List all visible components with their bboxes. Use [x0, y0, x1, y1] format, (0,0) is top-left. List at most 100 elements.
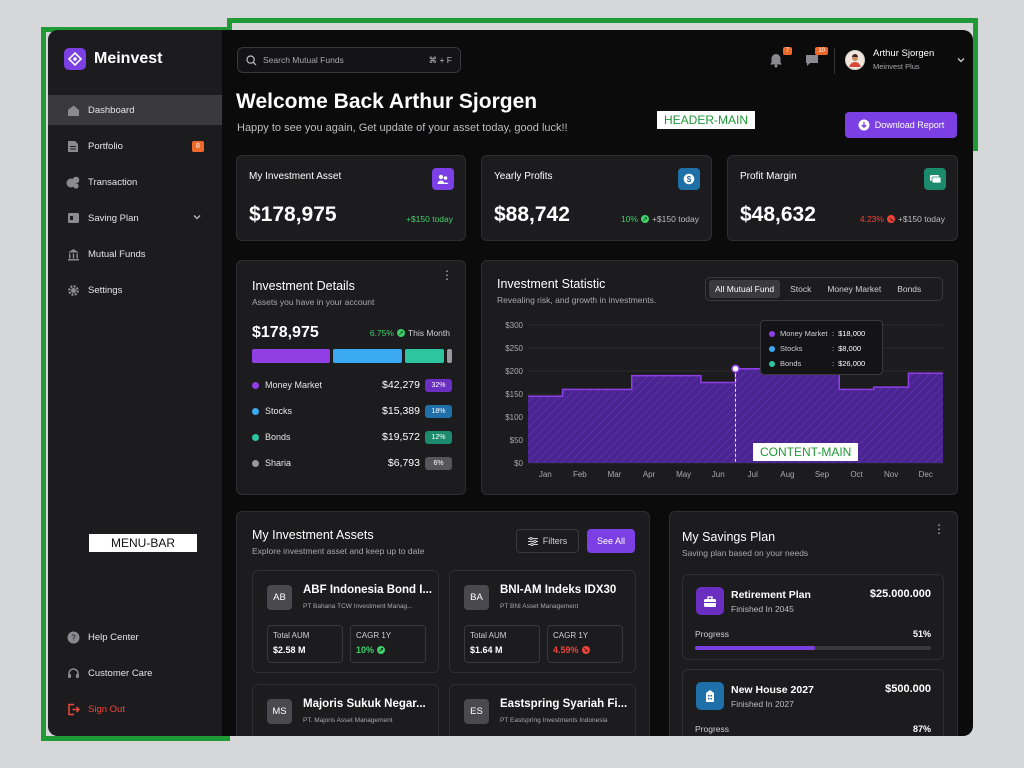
brand[interactable]: Meinvest — [64, 48, 162, 70]
wallet-icon — [66, 211, 80, 225]
progress-pct: 51% — [912, 629, 931, 639]
header-divider — [834, 48, 835, 74]
search-input[interactable]: Search Mutual Funds ⌘ + F — [237, 47, 461, 73]
stat-value: $48,632 — [740, 203, 816, 226]
search-shortcut: ⌘ + F — [428, 54, 452, 65]
user-menu[interactable]: Arthur Sjorgen Meinvest Plus — [845, 48, 966, 71]
allocation-row-money-market: Money Market $42,279 32% — [252, 379, 452, 393]
sidebar-item-dashboard[interactable]: Dashboard — [48, 95, 222, 125]
asset-avatar: MS — [267, 699, 292, 724]
chevron-down-icon[interactable] — [956, 55, 966, 65]
plan-amount: $25.000.000 — [869, 588, 931, 600]
sign-out-icon — [66, 702, 80, 716]
y-tick-label: $50 — [510, 436, 524, 445]
sidebar-item-customer-care[interactable]: Customer Care — [48, 658, 222, 688]
progress-pct: 87% — [912, 724, 931, 734]
section-title: Investment Details — [252, 279, 355, 293]
notification-button[interactable]: 7 — [769, 47, 792, 69]
chevron-down-icon[interactable] — [192, 212, 202, 225]
users-icon — [432, 168, 454, 190]
tooltip-row: Money Market: $18,000 — [769, 326, 874, 341]
app-window: Meinvest Dashboard Portfolio 8 Transacti… — [48, 30, 973, 736]
dollar-icon: $ — [678, 168, 700, 190]
message-icon — [806, 55, 818, 66]
metric-total-aum: Total AUM $2.58 M — [267, 625, 343, 663]
section-subtitle: Saving plan based on your needs — [682, 548, 809, 558]
see-all-button[interactable]: See All — [587, 529, 635, 553]
row-value: $19,572 — [382, 431, 420, 443]
row-pct-badge: 6% — [425, 457, 452, 470]
row-value: $42,279 — [382, 379, 420, 391]
sidebar-item-help-center[interactable]: ? Help Center — [48, 622, 222, 652]
sidebar-item-saving-plan[interactable]: Saving Plan — [48, 203, 222, 233]
allocation-row-stocks: Stocks $15,389 18% — [252, 405, 452, 419]
page-subtitle: Happy to see you again, Get update of yo… — [237, 122, 568, 134]
more-options-icon[interactable]: ⋮ — [441, 269, 453, 281]
coins-icon — [66, 175, 80, 189]
row-name: Sharia — [265, 458, 292, 468]
metric-total-aum: Total AUM $1.64 M — [464, 625, 540, 663]
x-tick-label: Jan — [539, 470, 552, 479]
sidebar-item-mutual-funds[interactable]: Mutual Funds — [48, 239, 222, 269]
sidebar-item-transaction[interactable]: Transaction — [48, 167, 222, 197]
metric-value: 4.59% ↘ — [553, 645, 617, 655]
more-options-icon[interactable]: ⋮ — [933, 523, 945, 535]
asset-card-majoris[interactable]: MS Majoris Sukuk Negar... PT. Majoris As… — [252, 684, 439, 736]
logo-icon — [64, 48, 86, 70]
arrow-down-icon: ↘ — [581, 646, 590, 654]
asset-manager: PT BNI Asset Management — [500, 603, 579, 610]
row-pct-badge: 12% — [425, 431, 452, 444]
data-point — [597, 389, 632, 463]
highlight-point — [731, 364, 740, 373]
sidebar-bottom-nav: ? Help Center Customer Care Sign Out — [48, 622, 222, 730]
sidebar-item-label: Help Center — [88, 631, 139, 643]
x-tick-label: May — [676, 470, 691, 479]
asset-manager: PT. Majoris Asset Management — [303, 717, 393, 724]
asset-card-abf[interactable]: AB ABF Indonesia Bond I... PT Bahana TCW… — [252, 570, 439, 673]
asset-name: Eastspring Syariah Fi... — [500, 698, 628, 710]
progress-label: Progress — [695, 724, 730, 734]
x-tick-label: Feb — [573, 470, 587, 479]
saving-plan-new-house[interactable]: New House 2027 Finished In 2027 $500.000… — [682, 669, 944, 736]
asset-card-bni[interactable]: BA BNI-AM Indeks IDX30 PT BNI Asset Mana… — [449, 570, 636, 673]
arrow-up-icon: ↗ — [377, 646, 386, 654]
legend-dot — [769, 360, 775, 367]
sidebar-item-label: Mutual Funds — [88, 248, 146, 260]
bank-icon — [66, 247, 80, 261]
x-tick-label: Mar — [608, 470, 622, 479]
asset-avatar: ES — [464, 699, 489, 724]
sidebar-item-label: Customer Care — [88, 667, 153, 679]
messages-button[interactable]: 10 — [805, 47, 828, 69]
sidebar-item-label: Sign Out — [88, 703, 125, 715]
y-tick-label: $200 — [505, 367, 523, 376]
sidebar-item-settings[interactable]: Settings — [48, 275, 222, 305]
row-pct-badge: 32% — [425, 379, 452, 392]
search-icon — [246, 54, 257, 65]
metric-cagr: CAGR 1Y 4.59% ↘ — [547, 625, 623, 663]
metric-label: CAGR 1Y — [553, 631, 589, 640]
details-change-pct: 6.75% — [369, 328, 394, 338]
sidebar-item-label: Portfolio — [88, 140, 123, 152]
legend-dot — [769, 345, 775, 352]
plan-subtitle: Finished In 2027 — [731, 699, 794, 709]
sidebar-item-sign-out[interactable]: Sign Out — [48, 694, 222, 724]
asset-manager: PT Eastspring Investments Indonesia — [500, 717, 608, 724]
header-main-tag: HEADER-MAIN — [657, 111, 756, 129]
plan-amount: $500.000 — [885, 683, 931, 695]
user-name: Arthur Sjorgen — [873, 48, 935, 59]
section-title: My Investment Assets — [252, 528, 374, 542]
download-report-button[interactable]: Download Report — [845, 112, 957, 138]
asset-card-eastspring[interactable]: ES Eastspring Syariah Fi... PT Eastsprin… — [449, 684, 636, 736]
asset-manager: PT Bahana TCW Investment Manag... — [303, 603, 413, 610]
row-pct-badge: 18% — [425, 405, 452, 418]
details-total: $178,975 — [252, 324, 319, 341]
sidebar-item-portfolio[interactable]: Portfolio 8 — [48, 131, 222, 161]
data-point — [701, 383, 736, 464]
sidebar: Meinvest Dashboard Portfolio 8 Transacti… — [48, 30, 222, 736]
saving-plan-retirement[interactable]: Retirement Plan Finished In 2045 $25.000… — [682, 574, 944, 660]
filters-button[interactable]: Filters — [516, 529, 579, 553]
investment-chart[interactable]: $0 $50 $100 $150 $200 $250 $300 Jan Feb Mar Apr May… — [482, 261, 959, 496]
investment-details-header: Investment Details Assets you have in yo… — [252, 279, 374, 307]
cagr-value: 4.59% — [553, 645, 579, 655]
svg-text:$: $ — [687, 175, 692, 184]
